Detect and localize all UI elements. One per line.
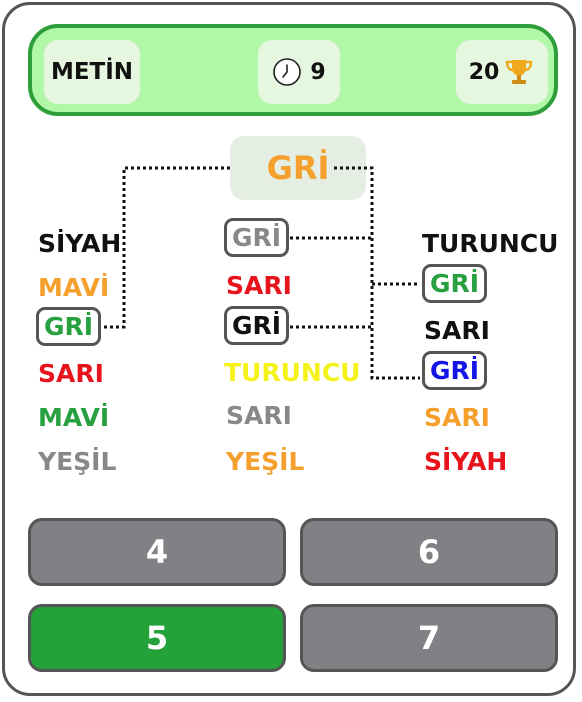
word-item: MAVİ (38, 273, 110, 302)
connector-lines (100, 166, 420, 380)
word-item-boxed: GRİ (224, 306, 290, 345)
word-item: YEŞİL (38, 447, 117, 476)
word-item-boxed: GRİ (224, 218, 290, 257)
answer-button-4[interactable]: 4 (28, 518, 286, 586)
word-item-boxed: GRİ (422, 351, 488, 390)
answer-label: 7 (417, 619, 441, 657)
word-item: SARI (424, 403, 490, 432)
word-item: SİYAH (38, 229, 122, 258)
word-item: TURUNCU (224, 358, 361, 387)
word-item: MAVİ (38, 403, 110, 432)
word-item: SARI (226, 271, 292, 300)
word-item: SARI (38, 359, 104, 388)
answer-label: 6 (417, 533, 441, 571)
answer-label: 5 (145, 619, 169, 657)
word-item: SARI (226, 401, 292, 430)
answer-button-5[interactable]: 5 (28, 604, 286, 672)
word-item-boxed: GRİ (36, 307, 102, 346)
answer-label: 4 (145, 533, 169, 571)
word-item: YEŞİL (226, 447, 305, 476)
word-item-boxed: GRİ (422, 264, 488, 303)
answer-button-6[interactable]: 6 (300, 518, 558, 586)
word-item: SARI (424, 316, 490, 345)
word-item: SİYAH (424, 447, 508, 476)
word-item: TURUNCU (422, 229, 559, 258)
answer-button-7[interactable]: 7 (300, 604, 558, 672)
